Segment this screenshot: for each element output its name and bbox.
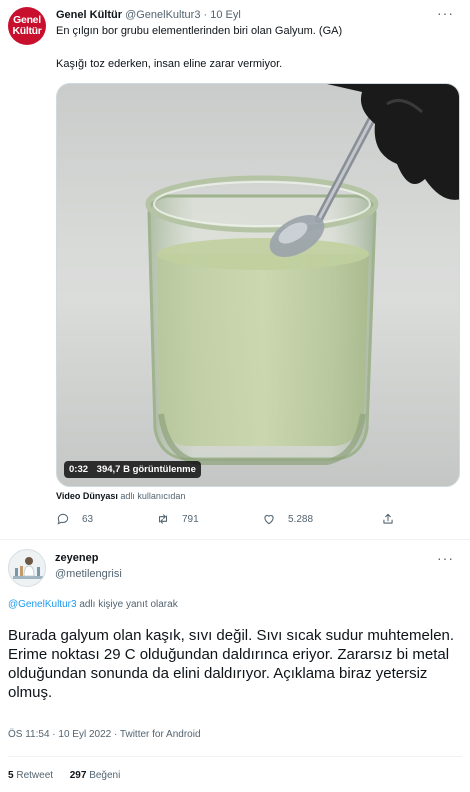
reply-author-handle[interactable]: @metilengrisi: [55, 568, 122, 580]
parent-tweet[interactable]: Genel Kültür Genel Kültür @GenelKultur3 …: [0, 0, 470, 540]
tweet-timestamp[interactable]: ÖS 11:54 · 10 Eyl 2022 · Twitter for And…: [8, 729, 201, 740]
replying-to-handle-link[interactable]: @GenelKultur3: [8, 599, 77, 610]
more-horizontal-icon: ···: [437, 5, 454, 21]
reply-more-options-button[interactable]: ···: [437, 550, 454, 566]
video-frame-image: [57, 84, 459, 486]
share-icon: [383, 513, 393, 524]
author-handle[interactable]: @GenelKultur3: [125, 9, 200, 21]
retweet-button[interactable]: 791: [156, 512, 199, 526]
separator-dot: ·: [203, 9, 208, 21]
retweet-icon: [158, 514, 168, 524]
likes-stat[interactable]: 297 Beğeni: [70, 770, 121, 781]
like-button[interactable]: 5.288: [262, 512, 313, 526]
share-button[interactable]: [381, 512, 407, 526]
genel-kultur-avatar[interactable]: Genel Kültür: [8, 7, 46, 45]
reply-button[interactable]: 63: [56, 512, 93, 526]
likes-label: Beğeni: [89, 770, 121, 781]
tweet-text-line-1: En çılgın bor grubu elementlerinden biri…: [56, 25, 343, 37]
parent-tweet-header: Genel Kültür @GenelKultur3 · 10 Eyl: [56, 9, 241, 21]
video-duration: 0:32: [69, 464, 89, 475]
replying-to-suffix: adlı kişiye yanıt olarak: [79, 599, 178, 610]
avatar-logo-line2: Kültür: [12, 25, 42, 37]
author-name[interactable]: Genel Kültür: [56, 9, 122, 21]
reply-tweet-text: Burada galyum olan kaşık, sıvı değil. Sı…: [8, 627, 455, 701]
likes-count: 297: [69, 770, 87, 781]
retweets-label: Retweet: [16, 770, 54, 781]
video-view-count: 394,7 B görüntülenme: [96, 464, 196, 475]
reply-author-name[interactable]: zeyenep: [55, 552, 98, 564]
retweets-count: 5: [8, 770, 14, 781]
like-count: 5.288: [288, 513, 314, 525]
tweet-divider: [0, 539, 470, 540]
zeyenep-avatar[interactable]: [8, 549, 46, 587]
retweets-stat[interactable]: 5 Retweet: [8, 770, 56, 781]
heart-icon: [264, 515, 274, 525]
video-attribution: Video Dünyası adlı kullanıcıdan: [56, 491, 185, 501]
more-horizontal-icon: ···: [437, 550, 454, 566]
tweet-text-line-2: Kaşığı toz ederken, insan eline zarar ve…: [56, 58, 283, 70]
replying-to: @GenelKultur3 adlı kişiye yanıt olarak: [8, 599, 178, 610]
reply-icon: [57, 513, 69, 525]
tweet-date[interactable]: 10 Eyl: [210, 9, 241, 21]
avatar-photo-image: [9, 550, 45, 586]
engagement-stats: 5 Retweet 297 Beğeni: [8, 770, 120, 781]
video-info-badge: 0:32 394,7 B görüntülenme: [64, 461, 201, 478]
more-options-button[interactable]: ···: [437, 5, 454, 21]
parent-tweet-actions: 63 791 5.288: [56, 512, 456, 530]
reply-count: 63: [82, 513, 94, 525]
video-player[interactable]: 0:32 394,7 B görüntülenme: [56, 83, 460, 487]
attribution-user[interactable]: Video Dünyası: [56, 491, 118, 501]
attribution-suffix: adlı kullanıcıdan: [120, 491, 186, 501]
retweet-count: 791: [182, 513, 199, 525]
stats-divider-top: [8, 756, 462, 757]
